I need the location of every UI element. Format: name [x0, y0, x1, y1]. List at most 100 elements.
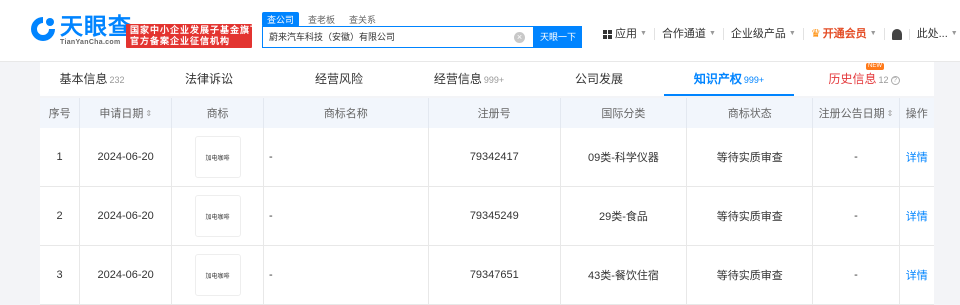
tab-count: 12	[878, 75, 889, 85]
nav-apps[interactable]: 应用 ▼	[596, 28, 655, 40]
nav-notifications[interactable]	[885, 28, 910, 40]
cell-pub-date: -	[813, 246, 900, 304]
chevron-down-icon: ▼	[788, 30, 796, 37]
cell-reg-no: 79342417	[429, 128, 561, 186]
tab-history[interactable]: NEW 历史信息 12?	[794, 62, 934, 96]
col-header-status: 商标状态	[687, 98, 814, 128]
tab-basic-info[interactable]: 基本信息 232	[40, 62, 144, 96]
trademark-image[interactable]: 加电咖啡	[194, 195, 241, 237]
tab-label: 历史信息	[828, 72, 877, 86]
company-section-tabs: 基本信息 232 法律诉讼 经营风险 经营信息 999+ 公司发展 知识产权 999+…	[40, 62, 934, 96]
search-type-tabs: 查公司 查老板 查关系	[262, 12, 385, 27]
tab-legal[interactable]: 法律诉讼	[144, 62, 274, 96]
logo-cn-text: 天眼查	[60, 13, 132, 39]
cell-no: 1	[40, 128, 81, 186]
detail-link[interactable]: 详情	[900, 187, 934, 245]
sort-icon: ⇕	[886, 108, 894, 118]
trademark-image[interactable]: 加电咖啡	[194, 254, 241, 296]
cell-pub-date: -	[813, 187, 900, 245]
clear-icon[interactable]: ×	[514, 32, 525, 43]
col-header-class: 国际分类	[561, 98, 688, 128]
col-header-date[interactable]: 申请日期 ⇕	[80, 98, 173, 128]
detail-link[interactable]: 详情	[900, 246, 934, 304]
tab-development[interactable]: 公司发展	[534, 62, 664, 96]
nav-partner[interactable]: 合作通道 ▼	[655, 28, 724, 40]
apps-grid-icon	[603, 29, 612, 39]
table-header: 序号 申请日期 ⇕ 商标 商标名称 注册号 国际分类 商标状态 注册公告日期 ⇕ 操…	[40, 98, 934, 128]
cell-date: 2024-06-20	[80, 246, 173, 304]
nav-partner-label: 合作通道	[661, 28, 706, 40]
gov-badge: 国家中小企业发展子基金旗下 官方备案企业征信机构	[126, 24, 261, 48]
col-header-reg-no: 注册号	[429, 98, 561, 128]
tab-risk[interactable]: 经营风险	[274, 62, 404, 96]
gov-badge-line2: 官方备案企业征信机构	[130, 36, 231, 46]
crown-icon: ♛	[810, 28, 821, 40]
cell-status: 等待实质审查	[687, 187, 814, 245]
search-button[interactable]: 天眼一下	[534, 26, 582, 48]
logo-eye-icon	[28, 14, 58, 44]
search-tab-boss[interactable]: 查老板	[303, 12, 340, 27]
search-tab-company[interactable]: 查公司	[262, 12, 300, 27]
sort-icon: ⇕	[145, 108, 153, 118]
cell-class: 43类-餐饮住宿	[561, 246, 688, 304]
nav-apps-label: 应用	[615, 28, 637, 40]
col-header-label: 注册公告日期	[818, 108, 885, 120]
bell-icon	[891, 28, 902, 40]
col-header-label: 申请日期	[99, 108, 144, 120]
cell-date: 2024-06-20	[80, 187, 173, 245]
tab-label: 公司发展	[574, 72, 623, 86]
cell-name: -	[264, 128, 429, 186]
chevron-down-icon: ▼	[708, 30, 716, 37]
nav-enterprise-label: 企业级产品	[730, 28, 786, 40]
nav-vip[interactable]: ♛ 开通会员 ▼	[804, 28, 885, 40]
cell-logo: 加电咖啡	[172, 128, 264, 186]
chevron-down-icon: ▼	[869, 30, 877, 37]
help-icon[interactable]: ?	[890, 76, 900, 85]
tab-label: 经营信息	[433, 72, 482, 86]
cell-logo: 加电咖啡	[172, 187, 264, 245]
col-header-action: 操作	[905, 108, 928, 120]
logo-en-text: TianYanCha.com	[60, 39, 121, 46]
cell-logo: 加电咖啡	[172, 246, 264, 304]
cell-status: 等待实质审查	[687, 128, 814, 186]
new-badge: NEW	[866, 63, 884, 70]
col-header-no: 序号	[40, 98, 81, 128]
nav-user-label: 此处...	[916, 28, 948, 40]
search-input-value: 蔚来汽车科技（安徽）有限公司	[269, 32, 396, 42]
nav-enterprise[interactable]: 企业级产品 ▼	[724, 28, 804, 40]
top-header: 天眼查 TianYanCha.com 国家中小企业发展子基金旗下 官方备案企业征…	[0, 0, 960, 62]
nav-user[interactable]: 此处... ▼	[910, 28, 960, 40]
tab-count: 999+	[483, 75, 505, 85]
search-tab-relation[interactable]: 查关系	[344, 12, 381, 27]
trademark-table: 序号 申请日期 ⇕ 商标 商标名称 注册号 国际分类 商标状态 注册公告日期 ⇕ 操…	[40, 98, 934, 305]
tab-label: 知识产权	[693, 72, 742, 86]
tab-count: 999+	[743, 75, 765, 85]
cell-class: 29类-食品	[561, 187, 688, 245]
cell-name: -	[264, 187, 429, 245]
cell-no: 3	[40, 246, 81, 304]
tab-label: 基本信息	[59, 72, 108, 86]
chevron-down-icon: ▼	[640, 30, 647, 37]
detail-link[interactable]: 详情	[900, 128, 934, 186]
table-row: 1 2024-06-20 加电咖啡 - 79342417 09类-科学仪器 等待…	[40, 128, 934, 187]
table-row: 2 2024-06-20 加电咖啡 - 79345249 29类-食品 等待实质…	[40, 187, 934, 246]
cell-reg-no: 79345249	[429, 187, 561, 245]
trademark-image[interactable]: 加电咖啡	[194, 136, 241, 178]
gov-badge-line1: 国家中小企业发展子基金旗下	[130, 25, 261, 35]
top-nav: 应用 ▼ 合作通道 ▼ 企业级产品 ▼ ♛ 开通会员 ▼ 此处... ▼	[596, 28, 960, 40]
table-row: 3 2024-06-20 加电咖啡 - 79347651 43类-餐饮住宿 等待…	[40, 246, 934, 305]
cell-status: 等待实质审查	[687, 246, 814, 304]
tab-business[interactable]: 经营信息 999+	[404, 62, 534, 96]
cell-name: -	[264, 246, 429, 304]
tab-ip[interactable]: 知识产权 999+	[664, 62, 794, 96]
tab-label: 经营风险	[314, 72, 363, 86]
col-header-pub-date[interactable]: 注册公告日期 ⇕	[813, 98, 900, 128]
cell-no: 2	[40, 187, 81, 245]
nav-vip-label: 开通会员	[822, 28, 867, 40]
tianyancha-logo[interactable]: 天眼查 TianYanCha.com	[28, 14, 132, 46]
search-input[interactable]: 蔚来汽车科技（安徽）有限公司 ×	[262, 26, 534, 48]
cell-date: 2024-06-20	[80, 128, 173, 186]
cell-pub-date: -	[813, 128, 900, 186]
tab-label: 法律诉讼	[184, 72, 233, 86]
cell-reg-no: 79347651	[429, 246, 561, 304]
